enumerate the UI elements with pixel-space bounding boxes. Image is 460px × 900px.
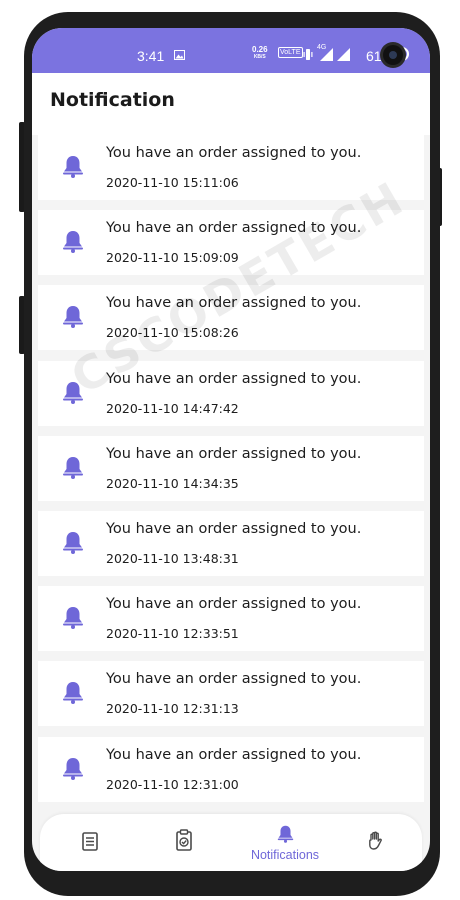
battery-level: 61: [366, 48, 382, 64]
notification-message: You have an order assigned to you.: [106, 521, 362, 537]
nav-notifications-label: Notifications: [250, 848, 320, 862]
notification-timestamp: 2020-11-10 12:31:13: [106, 701, 239, 716]
bell-icon: [277, 825, 294, 843]
notification-card[interactable]: You have an order assigned to you. 2020-1…: [38, 586, 424, 651]
phone-screen: 3:41 0.26 KB/S VoLTE 4G 61 Notification …: [32, 28, 430, 871]
notification-message: You have an order assigned to you.: [106, 747, 362, 763]
bell-icon: [63, 156, 83, 178]
notification-card[interactable]: You have an order assigned to you. 2020-1…: [38, 361, 424, 426]
notification-timestamp: 2020-11-10 15:09:09: [106, 250, 239, 265]
bell-icon: [63, 682, 83, 704]
bell-icon: [63, 758, 83, 780]
notification-message: You have an order assigned to you.: [106, 220, 362, 236]
clipboard-check-icon: [176, 829, 192, 851]
app-header: Notification: [32, 73, 430, 135]
notification-card[interactable]: You have an order assigned to you. 2020-1…: [38, 661, 424, 726]
notification-card[interactable]: You have an order assigned to you. 2020-1…: [38, 135, 424, 200]
bell-icon: [63, 607, 83, 629]
notification-timestamp: 2020-11-10 15:08:26: [106, 325, 239, 340]
notification-card[interactable]: You have an order assigned to you. 2020-1…: [38, 511, 424, 576]
notification-timestamp: 2020-11-10 15:11:06: [106, 175, 239, 190]
bell-icon: [63, 382, 83, 404]
network-speed-value: 0.26: [252, 45, 268, 54]
notification-message: You have an order assigned to you.: [106, 596, 362, 612]
notification-message: You have an order assigned to you.: [106, 145, 362, 161]
front-camera: [383, 45, 403, 65]
status-time: 3:41: [137, 48, 165, 64]
notification-message: You have an order assigned to you.: [106, 446, 362, 462]
notification-message: You have an order assigned to you.: [106, 671, 362, 687]
notification-message: You have an order assigned to you.: [106, 371, 362, 387]
notification-card[interactable]: You have an order assigned to you. 2020-1…: [38, 285, 424, 350]
notification-timestamp: 2020-11-10 12:31:00: [106, 777, 239, 792]
bell-icon: [63, 231, 83, 253]
page-title: Notification: [50, 89, 175, 111]
bottom-navigation: Notifications: [40, 814, 422, 871]
orders-list-icon: [82, 832, 98, 851]
notification-timestamp: 2020-11-10 12:33:51: [106, 626, 239, 641]
notification-card[interactable]: You have an order assigned to you. 2020-1…: [38, 210, 424, 275]
notification-timestamp: 2020-11-10 14:47:42: [106, 401, 239, 416]
network-speed: 0.26 KB/S: [252, 45, 268, 61]
gallery-icon: [174, 50, 185, 60]
volte-badge: VoLTE: [278, 47, 303, 58]
hand-icon: [369, 831, 382, 850]
nav-profile[interactable]: [341, 814, 411, 871]
notification-timestamp: 2020-11-10 13:48:31: [106, 551, 239, 566]
notification-card[interactable]: You have an order assigned to you. 2020-1…: [38, 737, 424, 802]
nav-orders[interactable]: [55, 814, 125, 871]
status-bar: 3:41 0.26 KB/S VoLTE 4G 61: [32, 28, 430, 73]
network-speed-unit: KB/S: [253, 54, 266, 60]
nav-notifications[interactable]: Notifications: [240, 814, 330, 871]
notification-timestamp: 2020-11-10 14:34:35: [106, 476, 239, 491]
bell-icon: [63, 532, 83, 554]
signal-icon-2: [337, 48, 350, 61]
nav-tasks[interactable]: [150, 814, 220, 871]
vibrate-icon: [303, 49, 313, 60]
bell-icon: [63, 306, 83, 328]
signal-icon: [320, 48, 333, 61]
notification-message: You have an order assigned to you.: [106, 295, 362, 311]
bell-icon: [63, 457, 83, 479]
notification-card[interactable]: You have an order assigned to you. 2020-1…: [38, 436, 424, 501]
